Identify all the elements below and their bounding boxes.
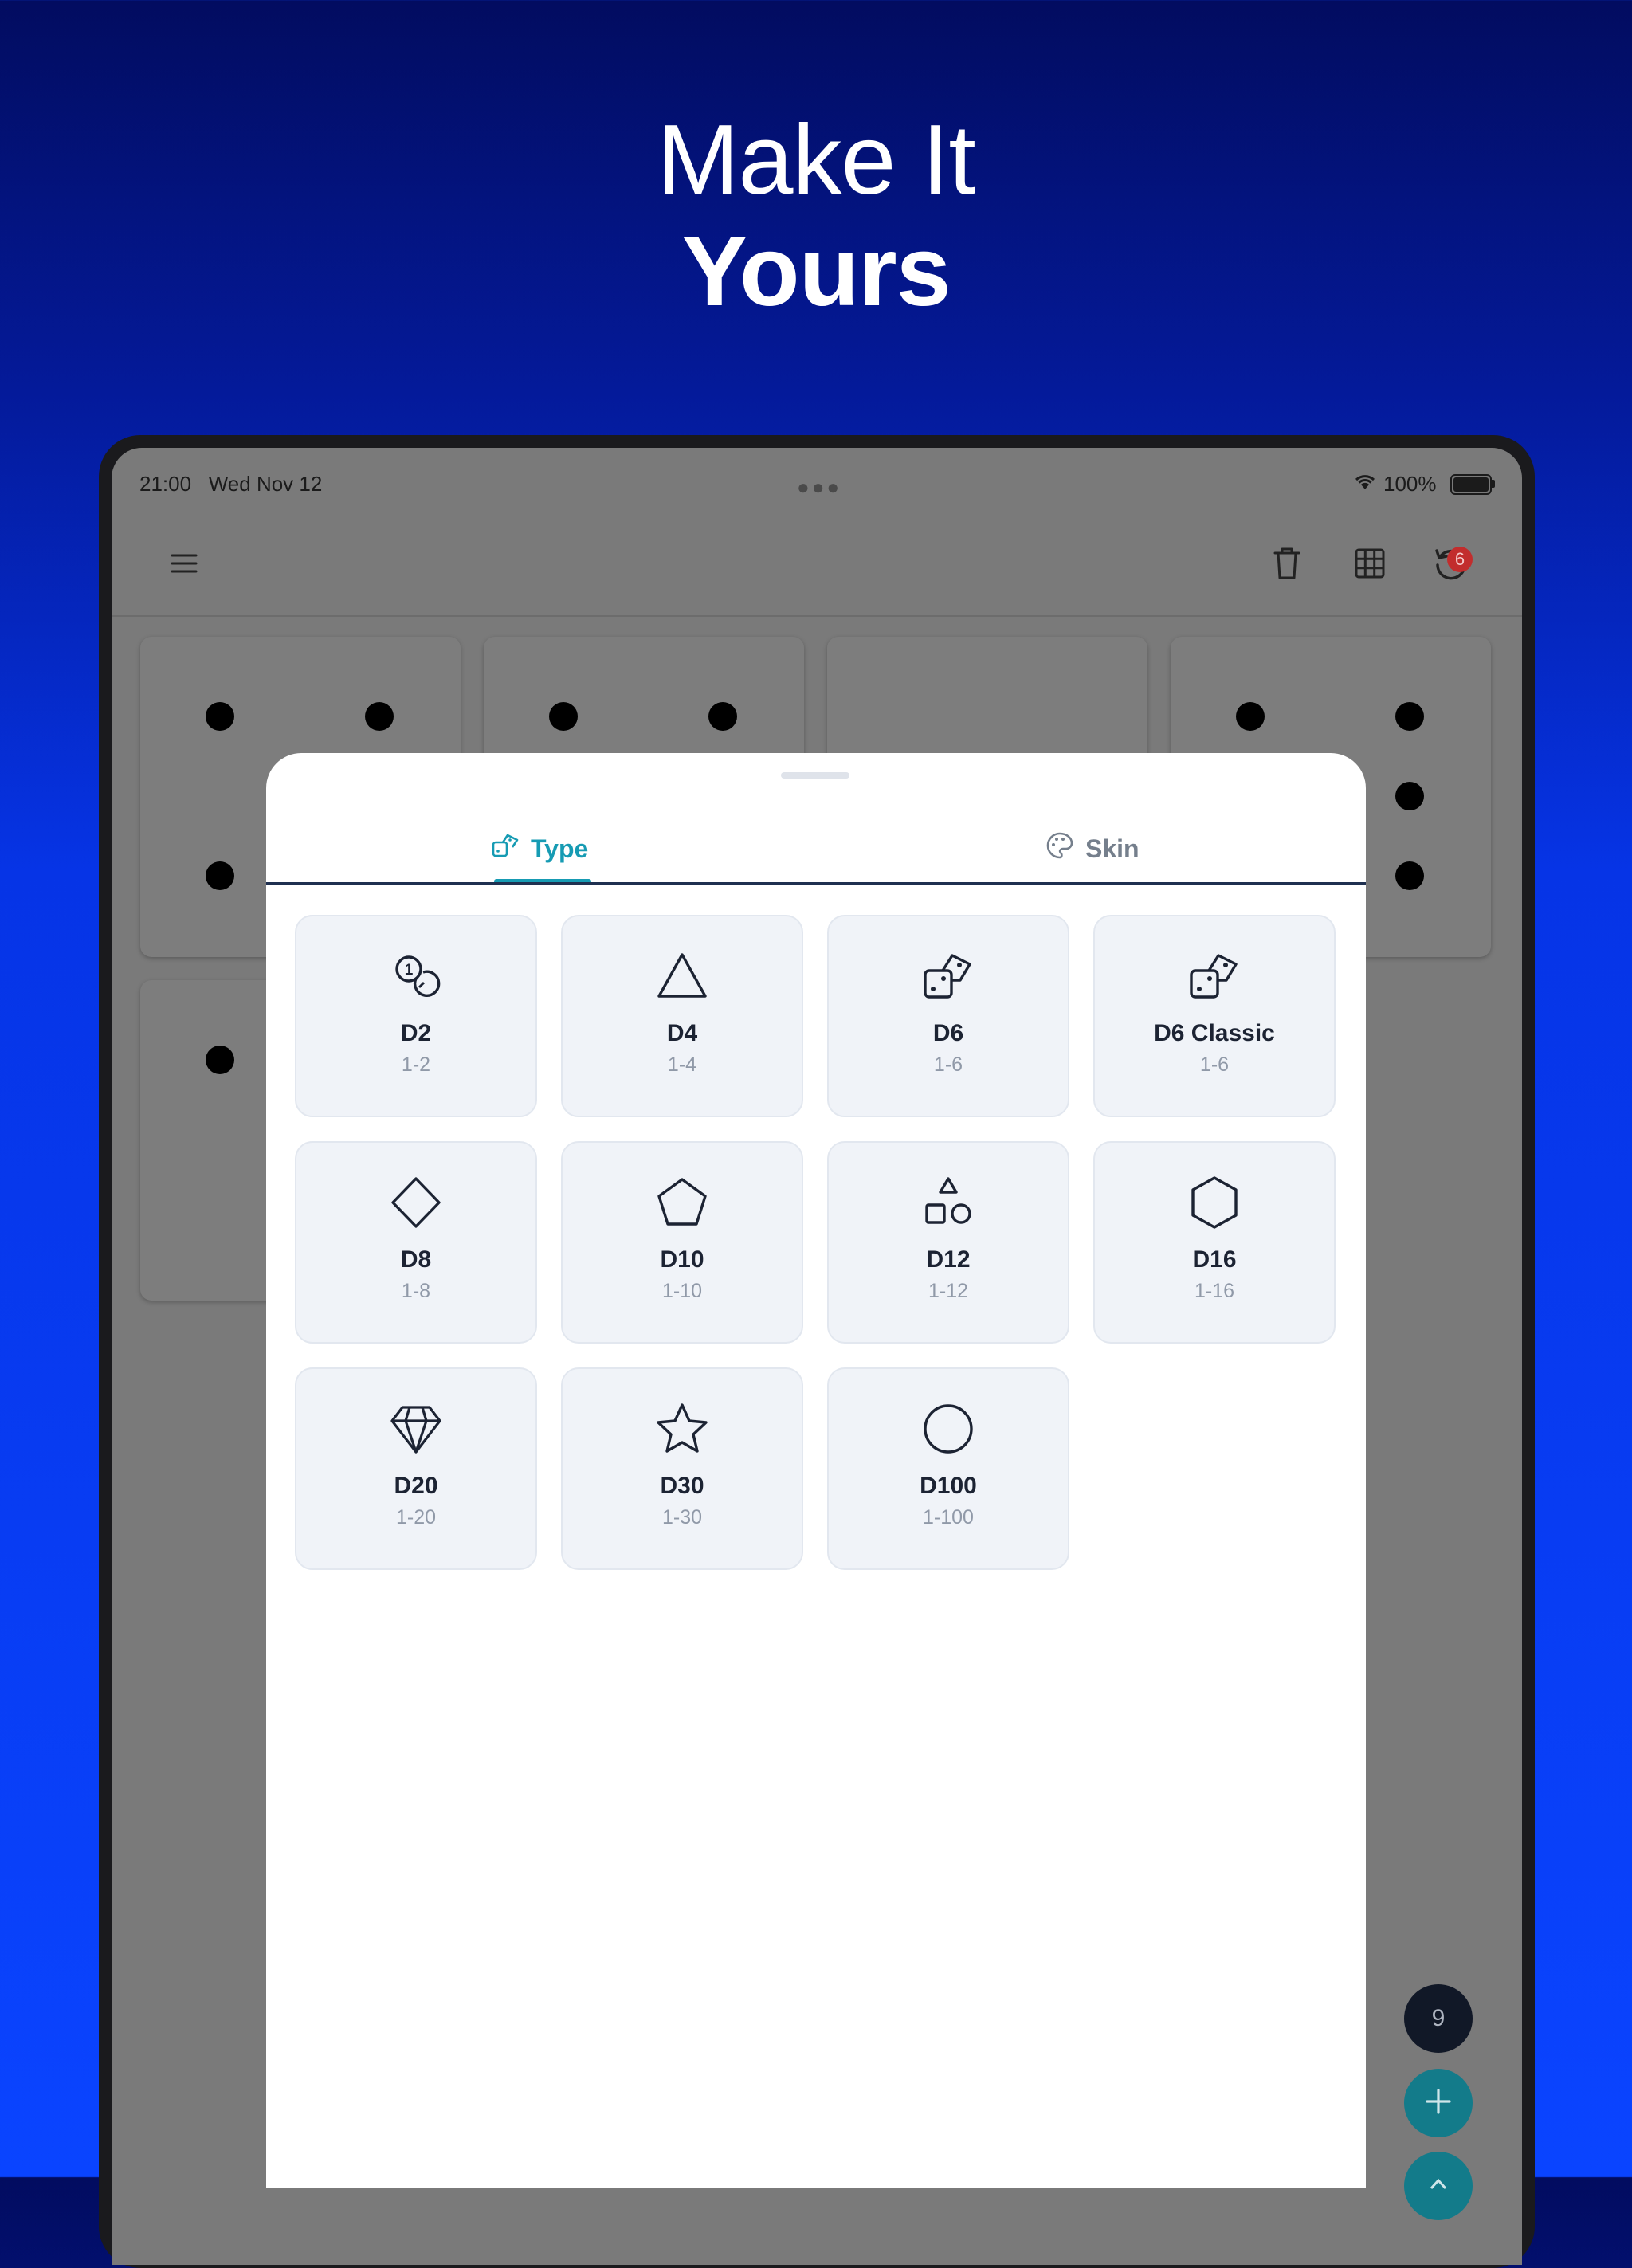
shapes-icon	[829, 1175, 1068, 1230]
headline-line-2: Yours	[681, 217, 951, 327]
tab-skin-label: Skin	[1085, 834, 1140, 863]
dice-type-name: D6	[932, 1020, 964, 1046]
dice-type-name: D30	[660, 1473, 704, 1499]
dice-icon	[1095, 948, 1334, 1004]
dice-type-tile-d16[interactable]: D16 1-16	[1093, 1141, 1336, 1344]
dice-type-name: D8	[400, 1246, 432, 1273]
coins-icon: 1	[296, 948, 536, 1004]
star-icon	[563, 1401, 802, 1457]
dice-type-name: D6 Classic	[1154, 1020, 1275, 1046]
dice-type-range: 1-12	[928, 1280, 969, 1302]
dice-type-name: D10	[660, 1246, 704, 1273]
circle-icon	[829, 1401, 1068, 1457]
palette-icon	[1046, 831, 1074, 866]
dice-icon	[491, 831, 520, 866]
die-pip	[1395, 702, 1424, 731]
dice-count-label: 9	[1431, 2005, 1446, 2031]
plus-icon	[1424, 2087, 1453, 2120]
dice-icon	[829, 948, 1068, 1004]
tab-skin[interactable]: Skin	[1046, 825, 1140, 873]
grid-icon[interactable]	[1350, 543, 1390, 583]
wifi-icon	[1353, 472, 1377, 496]
dice-type-range: 1-6	[1199, 1054, 1230, 1076]
svg-text:1: 1	[405, 962, 414, 979]
dice-type-tile-d6[interactable]: D6 1-6	[827, 915, 1069, 1117]
dice-type-tile-d4[interactable]: D4 1-4	[561, 915, 803, 1117]
status-time-date: 21:00 Wed Nov 12	[139, 472, 323, 496]
tab-type-label: Type	[531, 834, 589, 863]
dice-type-range: 1-2	[401, 1054, 431, 1076]
dice-type-name: D2	[400, 1020, 432, 1046]
menu-icon[interactable]	[164, 543, 204, 583]
diamond-icon	[296, 1175, 536, 1230]
dice-type-range: 1-8	[401, 1280, 431, 1302]
tab-type[interactable]: Type	[491, 825, 588, 873]
dice-type-tile-d6-classic[interactable]: D6 Classic 1-6	[1093, 915, 1336, 1117]
dice-type-range: 1-6	[933, 1054, 963, 1076]
die-pip	[206, 1046, 234, 1074]
dice-type-tile-d20[interactable]: D20 1-20	[295, 1367, 537, 1570]
dice-type-tile-d30[interactable]: D30 1-30	[561, 1367, 803, 1570]
dice-type-range: 1-20	[395, 1506, 437, 1528]
dice-type-name: D16	[1192, 1246, 1237, 1273]
die-pip	[365, 702, 394, 731]
gem-icon	[296, 1401, 536, 1457]
history-count-badge: 6	[1447, 547, 1473, 572]
dice-type-name: D12	[926, 1246, 971, 1273]
dice-count-button[interactable]: 9	[1404, 1984, 1473, 2053]
die-pip	[1395, 861, 1424, 890]
dice-type-range: 1-4	[667, 1054, 697, 1076]
dice-type-sheet: Type Skin 1 D2 1-2 D4 1-4 D6 1-6 D6 Clas…	[266, 753, 1366, 2188]
dice-type-tile-d2[interactable]: 1 D2 1-2	[295, 915, 537, 1117]
dice-type-name: D100	[920, 1473, 977, 1499]
dice-type-range: 1-100	[923, 1506, 974, 1528]
triangle-icon	[563, 948, 802, 1004]
pentagon-icon	[563, 1175, 802, 1230]
dice-type-name: D20	[394, 1473, 438, 1499]
dice-type-tile-d8[interactable]: D8 1-8	[295, 1141, 537, 1344]
chevron-up-icon	[1426, 2172, 1450, 2200]
add-die-button[interactable]	[1404, 2069, 1473, 2137]
sheet-drag-handle[interactable]	[781, 772, 849, 779]
die-pip	[549, 702, 578, 731]
battery-percent: 100%	[1383, 472, 1437, 496]
die-pip	[708, 702, 737, 731]
trash-icon[interactable]	[1267, 543, 1307, 583]
battery-icon	[1450, 474, 1492, 495]
die-pip	[206, 861, 234, 890]
status-bar: 21:00 Wed Nov 12 ●●● 100%	[112, 448, 1522, 499]
dice-type-range: 1-16	[1194, 1280, 1235, 1302]
dice-type-range: 1-10	[661, 1280, 703, 1302]
die-pip	[1395, 782, 1424, 810]
die-pip	[1236, 702, 1265, 731]
scroll-up-button[interactable]	[1404, 2152, 1473, 2220]
multitasking-dots-icon[interactable]: ●●●	[797, 475, 842, 500]
hexagon-icon	[1095, 1175, 1334, 1230]
headline-line-1: Make It	[657, 105, 976, 215]
dice-type-tile-d100[interactable]: D100 1-100	[827, 1367, 1069, 1570]
battery-nub	[1492, 480, 1495, 488]
tab-divider	[266, 882, 1366, 885]
dice-type-tile-d10[interactable]: D10 1-10	[561, 1141, 803, 1344]
dice-type-name: D4	[666, 1020, 698, 1046]
top-toolbar: 6	[112, 520, 1522, 617]
die-pip	[206, 702, 234, 731]
dice-type-range: 1-30	[661, 1506, 703, 1528]
dice-type-tile-d12[interactable]: D12 1-12	[827, 1141, 1069, 1344]
